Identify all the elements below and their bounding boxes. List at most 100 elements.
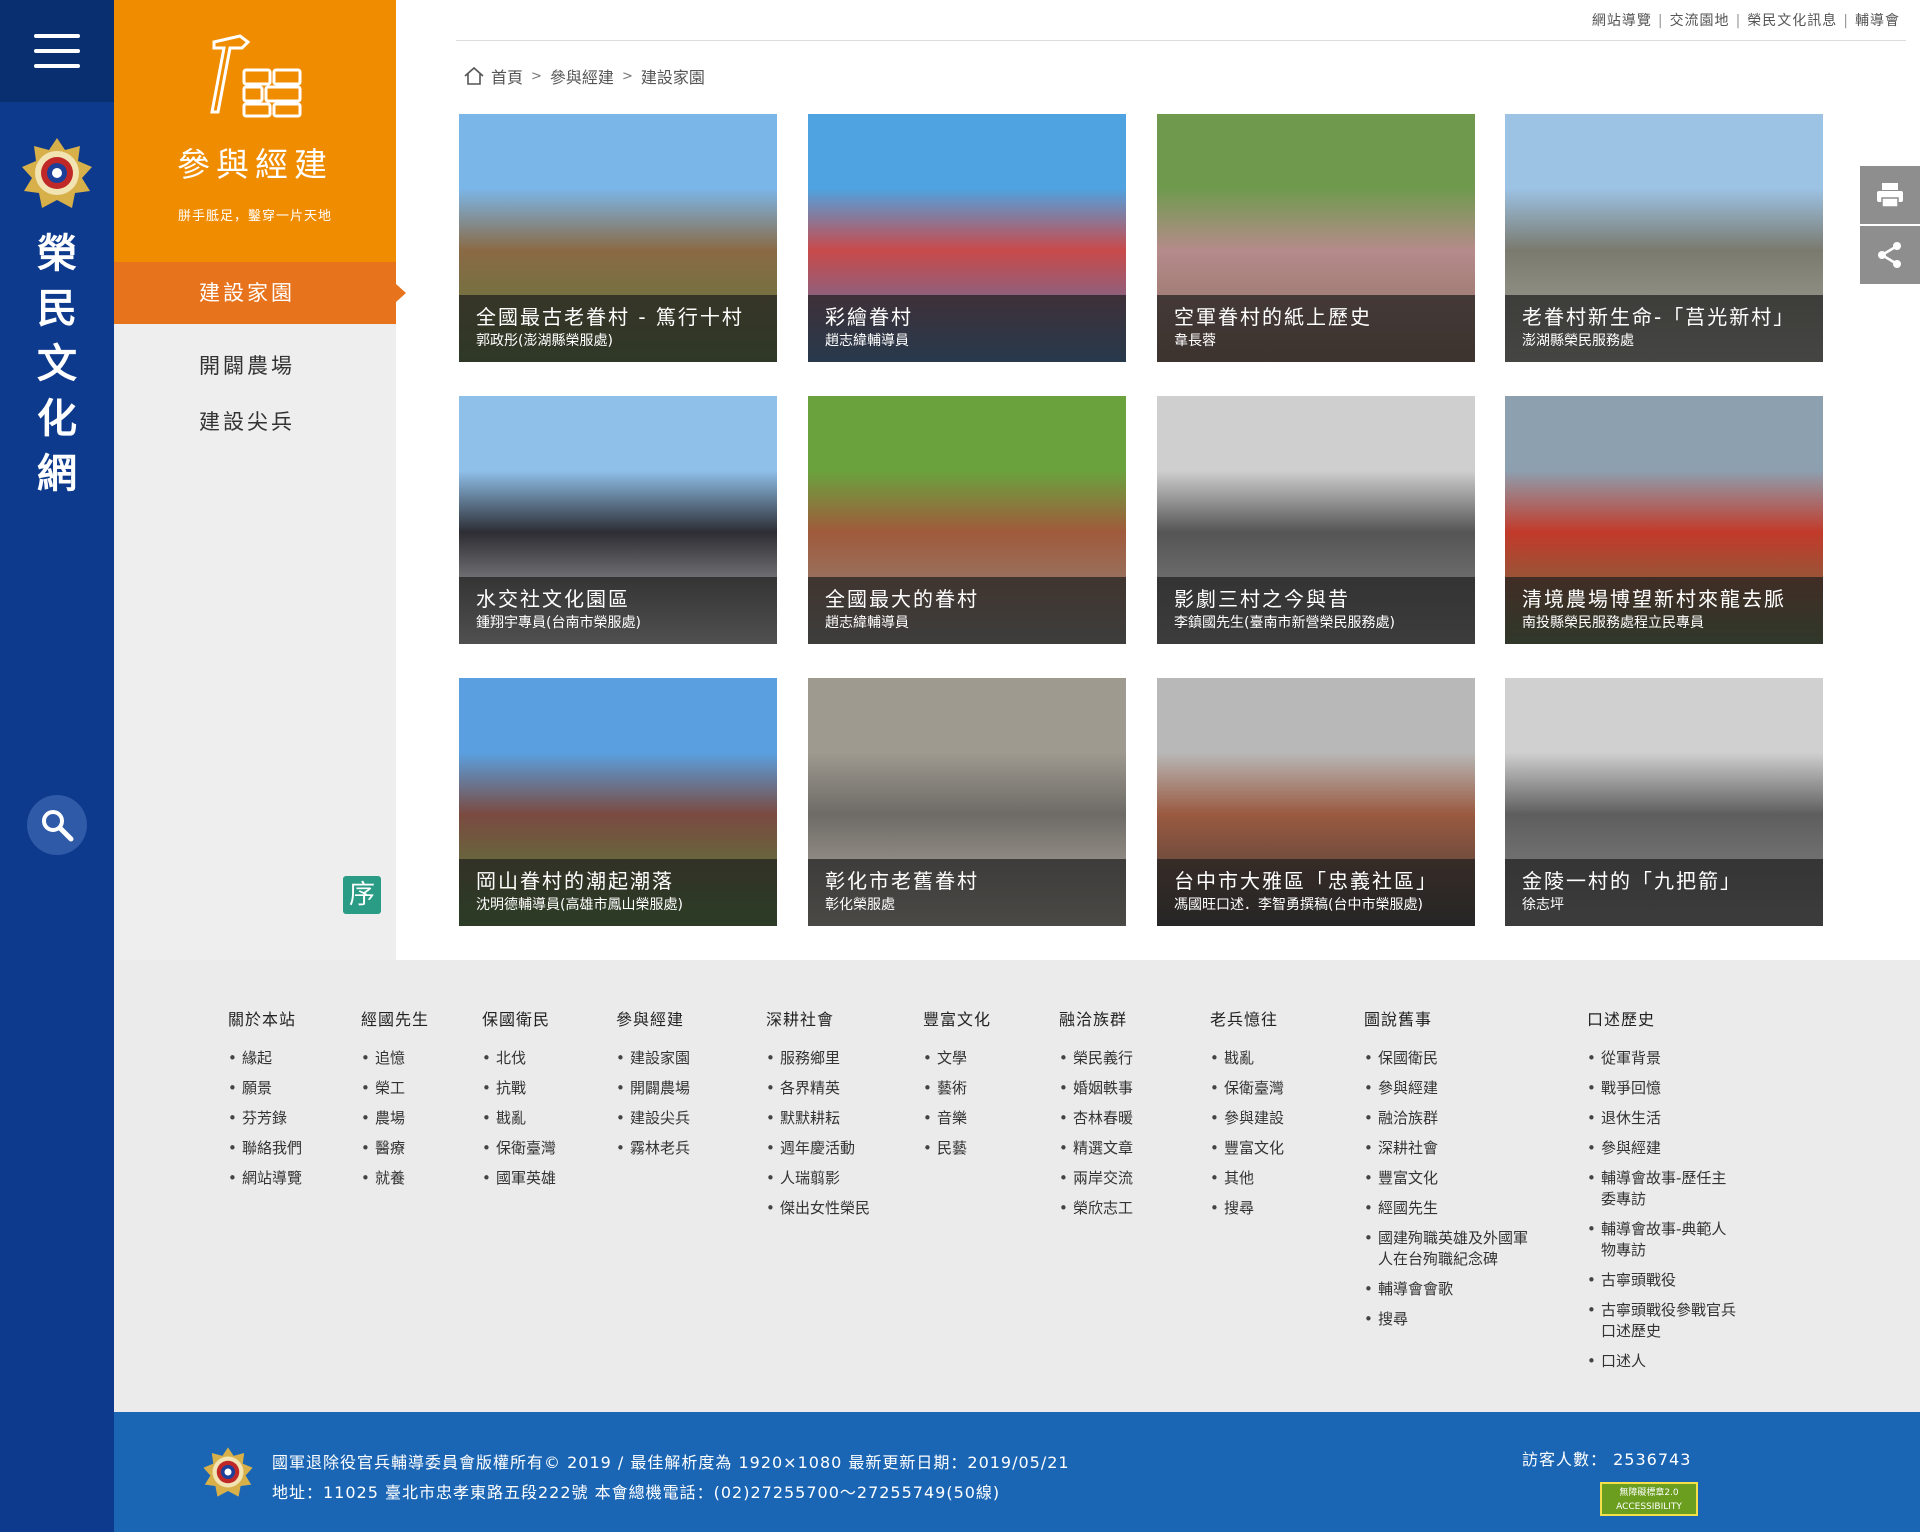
article-card[interactable]: 空軍眷村的紙上歷史 韋長蓉	[1157, 114, 1475, 362]
footer-link[interactable]: 保衛臺灣	[1210, 1078, 1350, 1099]
footer-link[interactable]: 文學	[923, 1048, 1043, 1069]
article-card[interactable]: 清境農場博望新村來龍去脈 南投縣榮民服務處程立民專員	[1505, 396, 1823, 644]
breadcrumb-current[interactable]: 建設家園	[641, 64, 705, 88]
article-card[interactable]: 全國最古老眷村 - 篤行十村 郭政彤(澎湖縣榮服處)	[459, 114, 777, 362]
footer-link[interactable]: 搜尋	[1364, 1309, 1534, 1330]
article-card[interactable]: 金陵一村的「九把箭」 徐志坪	[1505, 678, 1823, 926]
menu-item-build-home[interactable]: 建設家園	[114, 262, 406, 324]
footer-link[interactable]: 其他	[1210, 1168, 1350, 1189]
footer-link[interactable]: 保國衛民	[1364, 1048, 1534, 1069]
footer-link[interactable]: 建設尖兵	[616, 1108, 756, 1129]
footer-link[interactable]: 輔導會故事-典範人物專訪	[1587, 1219, 1737, 1261]
footer-link[interactable]: 杏林春暖	[1059, 1108, 1199, 1129]
footer-link[interactable]: 兩岸交流	[1059, 1168, 1199, 1189]
preface-button[interactable]: 序	[343, 876, 381, 914]
footer-link[interactable]: 精選文章	[1059, 1138, 1199, 1159]
footer-link[interactable]: 願景	[228, 1078, 338, 1099]
footer-link[interactable]: 民藝	[923, 1138, 1043, 1159]
footer-link[interactable]: 榮欣志工	[1059, 1198, 1199, 1219]
footer-link[interactable]: 經國先生	[1364, 1198, 1534, 1219]
footer-link[interactable]: 建設家園	[616, 1048, 756, 1069]
footer-link[interactable]: 豐富文化	[1210, 1138, 1350, 1159]
footer-column-heading[interactable]: 參與經建	[616, 1006, 756, 1030]
top-link-news[interactable]: 榮民文化訊息	[1747, 13, 1837, 29]
footer-link[interactable]: 人瑞翦影	[766, 1168, 916, 1189]
share-button[interactable]	[1860, 226, 1920, 284]
footer-link[interactable]: 農場	[361, 1108, 471, 1129]
footer-link[interactable]: 深耕社會	[1364, 1138, 1534, 1159]
top-link-vac[interactable]: 輔導會	[1855, 13, 1900, 29]
footer-link[interactable]: 古寧頭戰役參戰官兵口述歷史	[1587, 1300, 1737, 1342]
footer-link[interactable]: 服務鄉里	[766, 1048, 916, 1069]
article-card[interactable]: 彰化市老舊眷村 彰化榮服處	[808, 678, 1126, 926]
footer-link[interactable]: 搜尋	[1210, 1198, 1350, 1219]
footer-column-heading[interactable]: 關於本站	[228, 1006, 338, 1030]
footer-link[interactable]: 國軍英雄	[482, 1168, 602, 1189]
footer-link[interactable]: 參與建設	[1210, 1108, 1350, 1129]
footer-link[interactable]: 霧林老兵	[616, 1138, 756, 1159]
card-caption: 全國最大的眷村 趙志緯輔導員	[808, 577, 1126, 644]
footer-column-heading[interactable]: 口述歷史	[1587, 1006, 1737, 1030]
footer-column-heading[interactable]: 豐富文化	[923, 1006, 1043, 1030]
footer-link[interactable]: 國建殉職英雄及外國軍人在台殉職紀念碑	[1364, 1228, 1534, 1270]
footer-link[interactable]: 就養	[361, 1168, 471, 1189]
footer-link[interactable]: 古寧頭戰役	[1587, 1270, 1737, 1291]
site-title[interactable]: 榮 民 文 化 網	[0, 226, 114, 501]
article-card[interactable]: 影劇三村之今與昔 李鎮國先生(臺南市新營榮民服務處)	[1157, 396, 1475, 644]
menu-item-open-farm[interactable]: 開闢農場	[114, 338, 396, 394]
article-card[interactable]: 水交社文化園區 鍾翔宇專員(台南市榮服處)	[459, 396, 777, 644]
top-link-forum[interactable]: 交流園地	[1670, 13, 1730, 29]
article-card[interactable]: 彩繪眷村 趙志緯輔導員	[808, 114, 1126, 362]
footer-link[interactable]: 從軍背景	[1587, 1048, 1737, 1069]
footer-column-heading[interactable]: 融洽族群	[1059, 1006, 1199, 1030]
footer-column-heading[interactable]: 經國先生	[361, 1006, 471, 1030]
footer-link[interactable]: 保衛臺灣	[482, 1138, 602, 1159]
footer-link[interactable]: 輔導會會歌	[1364, 1279, 1534, 1300]
footer-link[interactable]: 北伐	[482, 1048, 602, 1069]
footer-link[interactable]: 參與經建	[1587, 1138, 1737, 1159]
footer-link[interactable]: 芬芳錄	[228, 1108, 338, 1129]
footer-link[interactable]: 戡亂	[482, 1108, 602, 1129]
menu-item-build-pioneers[interactable]: 建設尖兵	[114, 394, 396, 450]
footer-link[interactable]: 默默耕耘	[766, 1108, 916, 1129]
footer-link[interactable]: 戰爭回憶	[1587, 1078, 1737, 1099]
footer-link[interactable]: 退休生活	[1587, 1108, 1737, 1129]
footer-link[interactable]: 週年慶活動	[766, 1138, 916, 1159]
footer-column-heading[interactable]: 老兵憶往	[1210, 1006, 1350, 1030]
footer-link[interactable]: 婚姻軼事	[1059, 1078, 1199, 1099]
footer-column-heading[interactable]: 圖說舊事	[1364, 1006, 1534, 1030]
search-button[interactable]	[27, 795, 87, 855]
footer-link[interactable]: 藝術	[923, 1078, 1043, 1099]
footer-column-heading[interactable]: 保國衛民	[482, 1006, 602, 1030]
breadcrumb-section[interactable]: 參與經建	[550, 64, 614, 88]
footer-link[interactable]: 抗戰	[482, 1078, 602, 1099]
menu-hamburger-icon[interactable]	[0, 0, 114, 102]
article-card[interactable]: 老眷村新生命-「莒光新村」 澎湖縣榮民服務處	[1505, 114, 1823, 362]
footer-link[interactable]: 緣起	[228, 1048, 338, 1069]
footer-link[interactable]: 追憶	[361, 1048, 471, 1069]
article-card[interactable]: 岡山眷村的潮起潮落 沈明德輔導員(高雄市鳳山榮服處)	[459, 678, 777, 926]
footer-link[interactable]: 各界精英	[766, 1078, 916, 1099]
footer-link[interactable]: 豐富文化	[1364, 1168, 1534, 1189]
top-link-sitemap[interactable]: 網站導覽	[1592, 13, 1652, 29]
footer-link[interactable]: 戡亂	[1210, 1048, 1350, 1069]
footer-link[interactable]: 聯絡我們	[228, 1138, 338, 1159]
footer-link[interactable]: 醫療	[361, 1138, 471, 1159]
footer-link[interactable]: 傑出女性榮民	[766, 1198, 916, 1219]
footer-link[interactable]: 榮民義行	[1059, 1048, 1199, 1069]
article-card[interactable]: 全國最大的眷村 趙志緯輔導員	[808, 396, 1126, 644]
footer-link[interactable]: 開闢農場	[616, 1078, 756, 1099]
footer-link[interactable]: 網站導覽	[228, 1168, 338, 1189]
footer-link[interactable]: 參與經建	[1364, 1078, 1534, 1099]
print-button[interactable]	[1860, 166, 1920, 224]
breadcrumb-home[interactable]: 首頁	[491, 64, 523, 88]
footer-link[interactable]: 口述人	[1587, 1351, 1737, 1372]
article-card[interactable]: 台中市大雅區「忠義社區」 馮國旺口述．李智勇撰稿(台中市榮服處)	[1157, 678, 1475, 926]
home-icon[interactable]	[463, 66, 485, 86]
footer-link[interactable]: 輔導會故事-歷任主委專訪	[1587, 1168, 1737, 1210]
footer-link[interactable]: 音樂	[923, 1108, 1043, 1129]
accessibility-badge[interactable]: 無障礙標章2.0 ACCESSIBILITY	[1600, 1482, 1698, 1516]
footer-link[interactable]: 榮工	[361, 1078, 471, 1099]
footer-column-heading[interactable]: 深耕社會	[766, 1006, 916, 1030]
footer-link[interactable]: 融洽族群	[1364, 1108, 1534, 1129]
